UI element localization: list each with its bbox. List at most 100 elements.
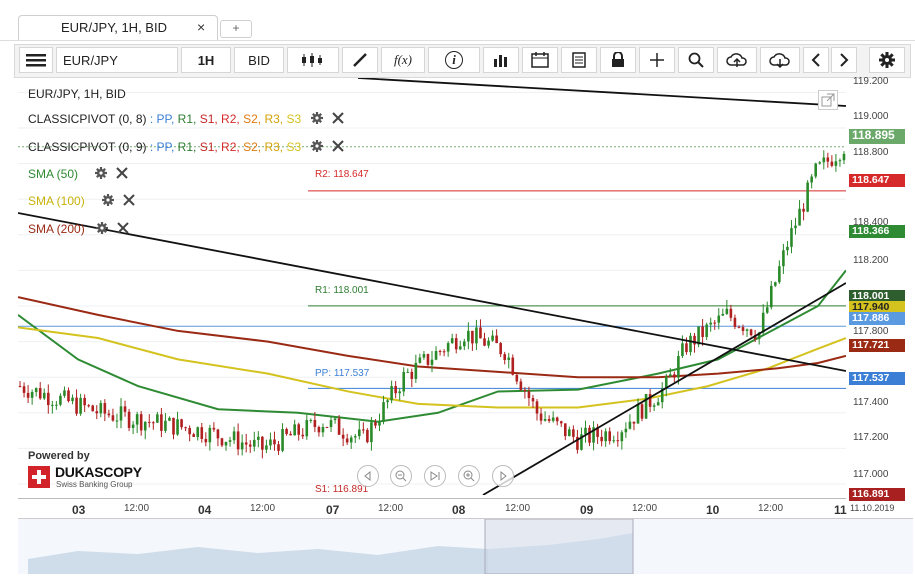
candle-body	[442, 351, 446, 353]
gear-icon[interactable]	[96, 222, 109, 234]
close-icon[interactable]	[116, 167, 129, 179]
candle-body	[717, 315, 721, 323]
close-icon[interactable]	[331, 140, 344, 152]
y-tick: 119.200	[853, 76, 889, 87]
pivot-label-r2: R2,	[221, 140, 240, 154]
candle-body	[721, 313, 725, 316]
candle-body	[297, 424, 301, 435]
close-icon[interactable]: ×	[197, 19, 205, 35]
zoom-out-button[interactable]	[390, 465, 412, 487]
volume-button[interactable]	[483, 47, 519, 73]
pivot-label-r1: R1,	[177, 112, 197, 126]
sma50-price-badge: 118.366	[849, 225, 905, 238]
upload-button[interactable]	[717, 47, 757, 73]
candle-body	[487, 340, 490, 346]
candle-body	[515, 374, 519, 382]
candle-body	[160, 414, 163, 431]
navigator-panel[interactable]	[18, 518, 913, 575]
pivot-legend-1: CLASSICPIVOT (0, 8) : PP, R1, S1, R2, S2…	[28, 112, 345, 126]
candle-body	[139, 414, 143, 431]
info-button[interactable]: i	[428, 47, 480, 73]
candle-body	[765, 307, 769, 313]
gear-icon[interactable]	[95, 167, 108, 179]
sma50-legend: SMA (50)	[28, 167, 129, 181]
candle-body	[273, 439, 276, 445]
candle-body	[418, 357, 422, 363]
x-tick: 12:00	[378, 503, 404, 514]
level-price-badge: 117.886	[849, 312, 905, 325]
scroll-right-button[interactable]	[831, 47, 857, 73]
magnifier-icon	[688, 52, 704, 68]
calendar-button[interactable]	[522, 47, 558, 73]
zoom-button[interactable]	[678, 47, 714, 73]
close-icon[interactable]	[331, 112, 344, 124]
download-button[interactable]	[760, 47, 800, 73]
candle-body	[107, 413, 111, 416]
close-icon[interactable]	[123, 194, 135, 206]
zoom-in-button[interactable]	[458, 465, 480, 487]
descending-trendline	[18, 212, 846, 372]
nav-back-button[interactable]	[357, 465, 379, 487]
period-select[interactable]: 1H	[181, 47, 231, 73]
candle-body	[382, 402, 385, 422]
candle-body	[539, 413, 543, 421]
side-select[interactable]: BID	[234, 47, 284, 73]
candle-body	[337, 418, 341, 435]
nav-forward-button[interactable]	[492, 465, 514, 487]
close-icon[interactable]	[117, 222, 129, 234]
chart-tab[interactable]: EUR/JPY, 1H, BID ×	[18, 15, 218, 40]
candle-body	[87, 405, 90, 407]
candle-body	[172, 417, 175, 435]
y-tick: 117.400	[853, 397, 889, 408]
candle-body	[398, 391, 401, 394]
scroll-left-button[interactable]	[803, 47, 829, 73]
instrument-select[interactable]: EUR/JPY	[56, 47, 178, 73]
candle-body	[370, 422, 373, 443]
menu-button[interactable]	[19, 47, 53, 73]
candle-body	[814, 163, 818, 177]
candle-body	[127, 411, 131, 428]
tab-title: EUR/JPY, 1H, BID	[61, 20, 167, 35]
y-tick: 117.200	[853, 432, 889, 443]
draw-button[interactable]	[342, 47, 378, 73]
s1-level-label: S1: 116.891	[315, 484, 369, 495]
pivot-label-s3: S3	[286, 112, 302, 126]
report-button[interactable]	[561, 47, 597, 73]
indicators-button[interactable]: f(x)	[381, 47, 425, 73]
candle-body	[769, 285, 773, 308]
reset-button[interactable]	[424, 465, 446, 487]
sma100-label: SMA (100)	[28, 194, 85, 208]
candle-body	[422, 354, 426, 358]
crosshair-button[interactable]	[639, 47, 675, 73]
r2-level-label: R2: 118.647	[315, 169, 369, 180]
candle-body	[248, 444, 252, 447]
candle-body	[559, 421, 563, 424]
chevron-left-icon	[811, 53, 820, 67]
candle-body	[55, 404, 58, 406]
detach-button[interactable]	[818, 90, 838, 110]
lock-button[interactable]	[600, 47, 636, 73]
candle-body	[281, 429, 284, 451]
y-tick: 119.000	[853, 111, 889, 122]
settings-button[interactable]	[869, 47, 905, 73]
candle-body	[475, 327, 478, 344]
candle-body	[63, 390, 66, 396]
gear-icon[interactable]	[310, 112, 323, 124]
candle-body	[458, 346, 462, 350]
candle-body	[414, 362, 418, 379]
add-tab-button[interactable]: +	[220, 20, 252, 38]
chart-type-button[interactable]	[287, 47, 339, 73]
y-tick: 117.000	[853, 469, 889, 480]
x-tick-day: 10	[706, 503, 720, 517]
candle-body	[406, 371, 410, 373]
gear-icon[interactable]	[102, 194, 115, 206]
candle-body	[34, 388, 38, 393]
candle-body	[713, 322, 717, 324]
candle-body	[531, 398, 535, 402]
candle-body	[463, 341, 466, 347]
x-date-label: 11.10.2019	[850, 503, 895, 513]
candle-body	[252, 439, 256, 447]
powered-by-label: Powered by	[28, 450, 90, 462]
pivot-label-s1: S1,	[199, 140, 218, 154]
gear-icon[interactable]	[310, 140, 323, 152]
